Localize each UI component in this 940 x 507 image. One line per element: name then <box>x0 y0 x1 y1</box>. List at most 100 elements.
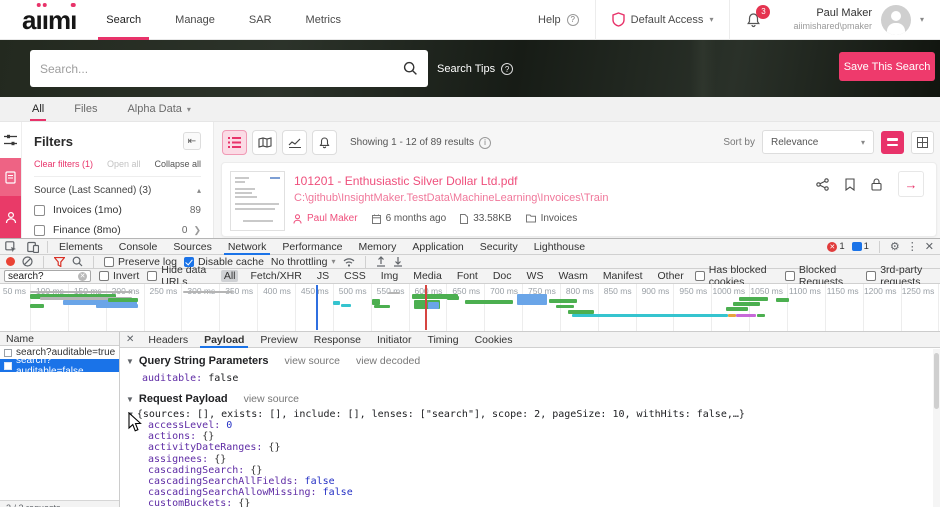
chip-media[interactable]: Media <box>410 270 445 282</box>
devtools-tab-security[interactable]: Security <box>472 239 526 255</box>
collapse-all-link[interactable]: Collapse all <box>154 159 201 169</box>
result-title-link[interactable]: 101201 - Enthusiastic Silver Dollar Ltd.… <box>294 174 517 188</box>
open-result-button[interactable]: → <box>898 171 924 197</box>
chip-css[interactable]: CSS <box>341 270 369 282</box>
filter-funnel-icon[interactable] <box>54 257 65 267</box>
details-tab-initiator[interactable]: Initiator <box>369 332 419 348</box>
notifications-button[interactable]: 3 <box>730 0 777 40</box>
view-map-button[interactable] <box>252 130 277 155</box>
settings-gear-icon[interactable]: ⚙ <box>890 240 900 253</box>
view-list-button[interactable] <box>222 130 247 155</box>
more-options-icon[interactable]: ⋮ <box>907 240 918 253</box>
nav-item-search[interactable]: Search <box>104 0 143 40</box>
triangle-down-icon[interactable]: ▼ <box>126 395 134 404</box>
invert-checkbox[interactable]: Invert <box>99 270 139 282</box>
payload-prop[interactable]: cascadingSearch: {} <box>148 465 940 476</box>
search-tips[interactable]: Search Tips ? <box>437 63 513 75</box>
details-tab-preview[interactable]: Preview <box>252 332 305 348</box>
payload-prop[interactable]: actions: {} <box>148 431 940 442</box>
view-source-link[interactable]: view source <box>285 355 340 367</box>
devtools-tab-lighthouse[interactable]: Lighthouse <box>526 239 593 255</box>
details-scrollbar[interactable] <box>933 349 940 507</box>
chip-wasm[interactable]: Wasm <box>555 270 590 282</box>
view-chart-button[interactable] <box>282 130 307 155</box>
network-overview-timeline[interactable]: 50 ms100 ms150 ms200 ms250 ms300 ms350 m… <box>0 284 940 332</box>
rail-people-button[interactable] <box>0 196 21 238</box>
details-tab-response[interactable]: Response <box>306 332 369 348</box>
devtools-tab-console[interactable]: Console <box>111 239 166 255</box>
checkbox[interactable] <box>34 205 45 216</box>
nav-item-manage[interactable]: Manage <box>173 0 217 40</box>
clear-icon[interactable] <box>22 256 33 267</box>
network-conditions-icon[interactable] <box>343 257 355 267</box>
bookmark-icon[interactable] <box>845 178 855 191</box>
chevron-right-icon[interactable]: ❯ <box>193 225 201 236</box>
clear-filter-icon[interactable]: ✕ <box>78 272 87 281</box>
devtools-tab-elements[interactable]: Elements <box>51 239 111 255</box>
payload-root[interactable]: ▼ {sources: [], exists: [], include: [],… <box>128 409 940 420</box>
clear-filters-link[interactable]: Clear filters (1) <box>34 159 93 169</box>
chip-ws[interactable]: WS <box>524 270 547 282</box>
details-tab-payload[interactable]: Payload <box>196 332 252 348</box>
document-thumbnail[interactable] <box>230 171 285 231</box>
nav-item-sar[interactable]: SAR <box>247 0 274 40</box>
search-network-icon[interactable] <box>72 256 83 267</box>
console-errors-badge[interactable]: ✕ 1 <box>827 241 844 252</box>
view-alerts-button[interactable] <box>312 130 337 155</box>
inspect-element-icon[interactable] <box>0 241 22 253</box>
payload-prop[interactable]: assignees: {} <box>148 454 940 465</box>
checkbox[interactable] <box>34 225 45 236</box>
chip-all[interactable]: All <box>221 270 239 282</box>
payload-prop[interactable]: accessLevel: 0 <box>148 420 940 431</box>
user-menu[interactable]: Paul Maker aiimishared\pmaker ▾ <box>777 0 940 40</box>
devtools-tab-performance[interactable]: Performance <box>274 239 350 255</box>
request-row-selected[interactable]: search?auditable=false <box>0 359 119 372</box>
network-filter-input[interactable] <box>8 271 78 282</box>
chip-doc[interactable]: Doc <box>490 270 515 282</box>
help-button[interactable]: Help ? <box>522 0 595 40</box>
tab-all[interactable]: All <box>30 103 46 121</box>
result-path[interactable]: C:\github\InsightMaker.TestData\MachineL… <box>294 192 608 204</box>
chip-fetch-xhr[interactable]: Fetch/XHR <box>247 270 304 282</box>
triangle-down-icon[interactable]: ▼ <box>126 357 134 366</box>
details-tab-headers[interactable]: Headers <box>140 332 196 348</box>
rail-filter-button[interactable] <box>0 122 21 158</box>
chip-js[interactable]: JS <box>314 270 332 282</box>
chip-font[interactable]: Font <box>454 270 481 282</box>
save-search-button[interactable]: Save This Search <box>839 52 935 81</box>
nav-item-metrics[interactable]: Metrics <box>304 0 343 40</box>
details-tab-cookies[interactable]: Cookies <box>467 332 521 348</box>
chip-other[interactable]: Other <box>655 270 687 282</box>
view-decoded-link[interactable]: view decoded <box>356 355 420 367</box>
open-all-link[interactable]: Open all <box>107 159 141 169</box>
close-details-icon[interactable]: ✕ <box>120 334 140 345</box>
close-devtools-icon[interactable]: ✕ <box>925 240 934 253</box>
brand-logo[interactable]: aıımı <box>22 0 76 40</box>
share-icon[interactable] <box>816 178 829 191</box>
search-icon[interactable] <box>403 61 418 76</box>
chip-manifest[interactable]: Manifest <box>600 270 646 282</box>
layout-grid-button[interactable] <box>911 131 934 154</box>
lock-icon[interactable] <box>871 178 882 191</box>
payload-prop[interactable]: activityDateRanges: {} <box>148 442 940 453</box>
payload-prop[interactable]: customBuckets: {} <box>148 498 940 507</box>
device-toolbar-icon[interactable] <box>22 241 44 253</box>
tab-alpha-data[interactable]: Alpha Data ▾ <box>125 103 192 121</box>
payload-prop[interactable]: cascadingSearchAllowMissing: false <box>148 487 940 498</box>
chip-img[interactable]: Img <box>378 270 402 282</box>
details-tab-timing[interactable]: Timing <box>419 332 466 348</box>
layout-rows-button[interactable] <box>881 131 904 154</box>
throttling-select[interactable]: No throttling ▾ <box>271 256 336 268</box>
import-har-icon[interactable] <box>376 256 386 267</box>
payload-prop[interactable]: cascadingSearchAllFields: false <box>148 476 940 487</box>
tab-files[interactable]: Files <box>72 103 99 121</box>
view-source-link[interactable]: view source <box>244 393 299 405</box>
search-input[interactable] <box>40 62 403 76</box>
rail-docs-button[interactable] <box>0 158 21 196</box>
requests-name-header[interactable]: Name <box>0 332 119 346</box>
sort-select[interactable]: Relevance ▾ <box>762 130 874 154</box>
export-har-icon[interactable] <box>393 256 403 267</box>
filter-group-header[interactable]: Source (Last Scanned) (3) ▴ <box>34 185 201 196</box>
collapse-panel-button[interactable]: ⇤ <box>183 132 201 150</box>
devtools-tab-application[interactable]: Application <box>404 239 471 255</box>
